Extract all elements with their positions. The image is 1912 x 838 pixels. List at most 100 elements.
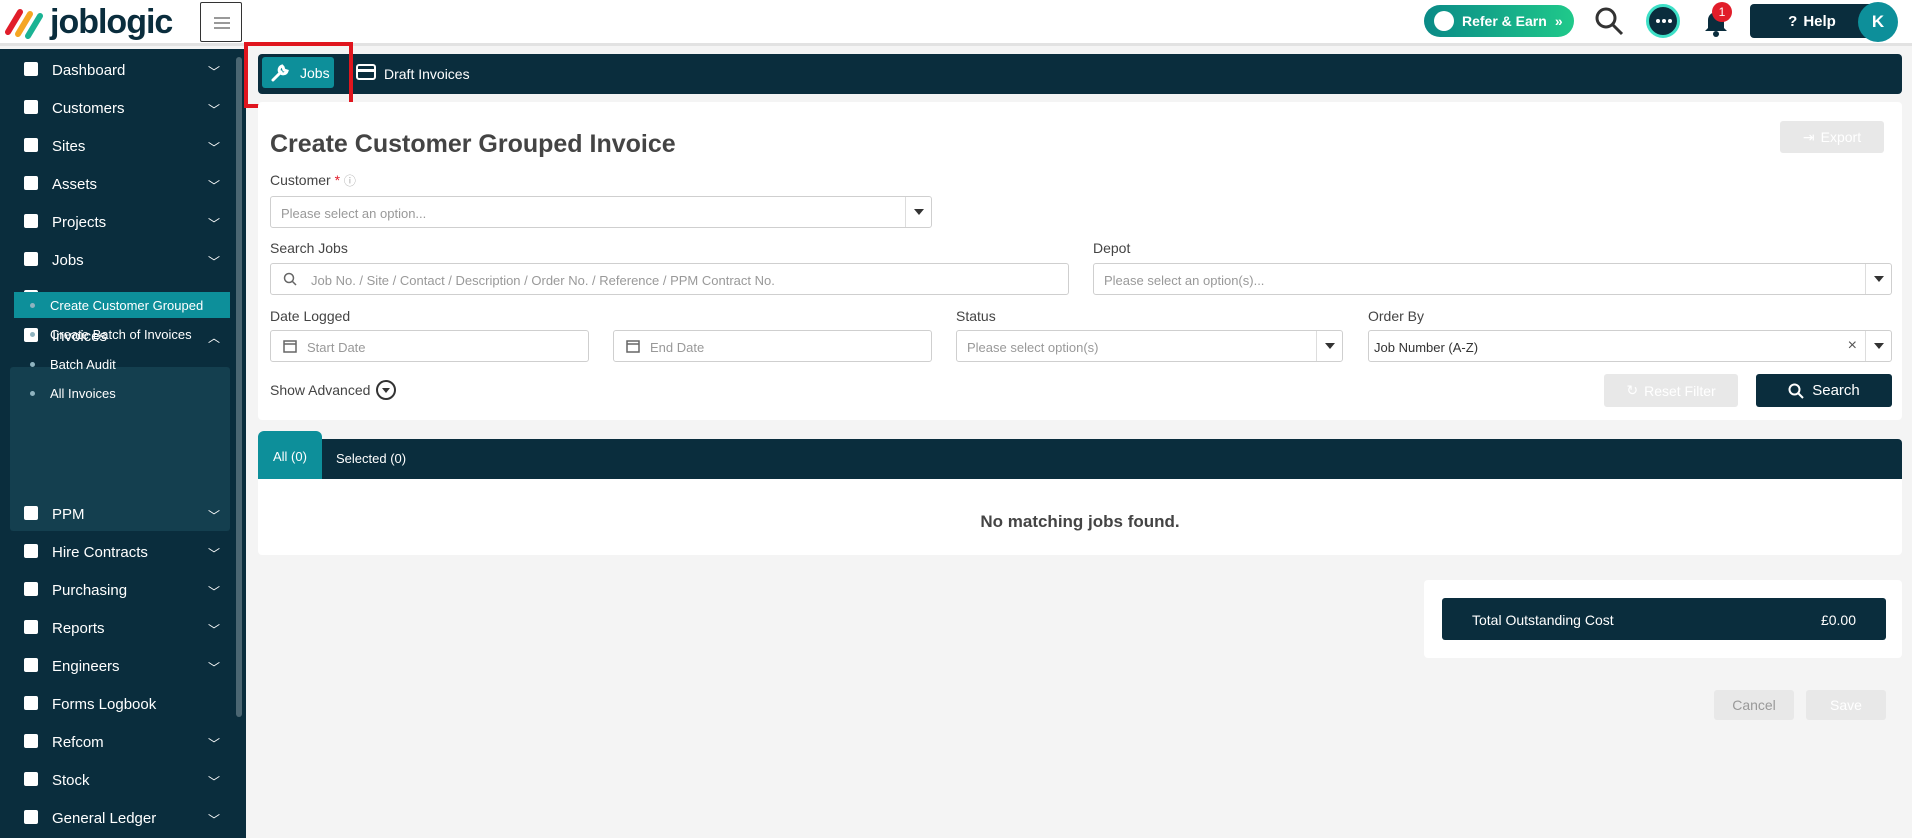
end-date-input[interactable]: End Date (613, 330, 932, 362)
ppm-icon (24, 506, 38, 520)
sidebar-item-hire-contracts[interactable]: Hire Contracts ﹀ (0, 533, 236, 571)
reset-filter-label: Reset Filter (1644, 382, 1716, 399)
notification-badge: 1 (1712, 2, 1732, 22)
chevron-down-icon: ﹀ (208, 103, 221, 117)
sidebar-item-general-ledger[interactable]: General Ledger ﹀ (0, 799, 236, 837)
export-label: Export (1820, 129, 1862, 145)
order-by-value: Job Number (A-Z) (1374, 340, 1479, 355)
reset-filter-button[interactable]: ↻ Reset Filter (1604, 374, 1738, 407)
chevron-down-icon: ﹀ (208, 737, 221, 751)
chevron-down-icon: ﹀ (208, 547, 221, 561)
sidebar-item-refcom[interactable]: Refcom ﹀ (0, 723, 236, 761)
clear-icon[interactable]: × (1848, 337, 1857, 355)
search-button[interactable]: Search (1756, 374, 1892, 407)
status-select[interactable]: Please select option(s) (956, 330, 1343, 362)
building-icon (24, 138, 38, 152)
tab-all[interactable]: All (0) (258, 431, 322, 479)
sidebar-item-label: Assets (52, 176, 98, 193)
search-icon[interactable] (1594, 6, 1624, 36)
sidebar-subitem-batch-audit[interactable]: Batch Audit (14, 351, 230, 377)
chat-icon[interactable] (1646, 4, 1680, 38)
card-icon (356, 64, 376, 80)
sidebar-item-label: Purchasing (52, 582, 128, 599)
logbook-icon (24, 696, 38, 710)
refer-earn-button[interactable]: Refer & Earn » (1424, 5, 1574, 37)
total-value: £0.00 (1820, 612, 1856, 628)
search-icon (283, 272, 297, 286)
search-jobs-input[interactable]: Job No. / Site / Contact / Description /… (270, 263, 1069, 295)
asset-icon (24, 176, 38, 190)
total-label: Total Outstanding Cost (1472, 612, 1614, 628)
chevron-down-icon: ﹀ (208, 585, 221, 599)
sidebar-item-label: PPM (52, 506, 85, 523)
sidebar-item-purchasing[interactable]: Purchasing ﹀ (0, 571, 236, 609)
sidebar-item-customers[interactable]: Customers ﹀ (0, 89, 236, 127)
sidebar-item-forms-logbook[interactable]: Forms Logbook (0, 685, 236, 723)
sidebar-item-sites[interactable]: Sites ﹀ (0, 127, 236, 165)
chevron-down-icon[interactable] (1865, 331, 1891, 361)
sidebar-item-label: Jobs (52, 252, 84, 269)
sidebar-subitem-label: Batch Audit (50, 357, 116, 372)
sidebar-item-dashboard[interactable]: Dashboard ﹀ (0, 51, 236, 89)
hamburger-icon (214, 17, 230, 19)
sidebar-item-assets[interactable]: Assets ﹀ (0, 165, 236, 203)
chevron-down-icon: ﹀ (208, 813, 221, 827)
search-icon (1788, 383, 1804, 399)
person-icon (24, 100, 38, 114)
export-button[interactable]: ⇥ Export (1780, 121, 1884, 153)
sidebar-item-label: Customers (52, 100, 125, 117)
date-logged-label: Date Logged (270, 308, 351, 324)
cancel-button[interactable]: Cancel (1714, 690, 1794, 720)
show-advanced-link[interactable]: Show Advanced (270, 382, 370, 398)
help-button[interactable]: ? Help (1750, 4, 1874, 38)
order-by-label: Order By (1368, 308, 1425, 324)
status-placeholder: Please select option(s) (967, 340, 1099, 355)
customer-select[interactable]: Please select an option... (270, 196, 932, 228)
sidebar-subitem-all-invoices[interactable]: All Invoices (14, 380, 230, 406)
chevron-down-icon: ﹀ (208, 509, 221, 523)
sidebar-item-jobs[interactable]: Jobs ﹀ (0, 241, 236, 279)
sidebar-item-engineers[interactable]: Engineers ﹀ (0, 647, 236, 685)
order-by-select[interactable]: Job Number (A-Z) × (1368, 330, 1892, 362)
logo[interactable]: joblogic (4, 3, 173, 41)
sidebar-scrollbar[interactable] (236, 57, 242, 717)
chevron-down-icon: ﹀ (208, 255, 221, 269)
bullet-icon (30, 332, 35, 337)
sidebar-subitem-create-customer-grouped[interactable]: Create Customer Grouped (14, 292, 230, 318)
expand-icon[interactable] (376, 380, 396, 400)
tab-selected[interactable]: Selected (0) (336, 451, 406, 466)
chevron-down-icon: ﹀ (208, 141, 221, 155)
depot-select[interactable]: Please select an option(s)... (1093, 263, 1892, 295)
sidebar-item-reports[interactable]: Reports ﹀ (0, 609, 236, 647)
wrench-icon (24, 252, 38, 266)
purchasing-icon (24, 582, 38, 596)
info-icon: ⓘ (343, 174, 356, 188)
refresh-icon: ↻ (1626, 382, 1639, 398)
page-title: Create Customer Grouped Invoice (270, 130, 676, 158)
sidebar-item-projects[interactable]: Projects ﹀ (0, 203, 236, 241)
menu-toggle-button[interactable] (200, 2, 242, 42)
chevron-down-icon[interactable] (1316, 331, 1342, 361)
total-outstanding-bar: Total Outstanding Cost £0.00 (1442, 598, 1886, 640)
question-icon: ? (1788, 12, 1798, 30)
calendar-icon (283, 340, 297, 353)
sidebar-subitem-create-batch-of-invoices[interactable]: Create Batch of Invoices (14, 321, 230, 347)
sidebar-item-label: Hire Contracts (52, 544, 148, 561)
sidebar-subitem-label: All Invoices (50, 386, 116, 401)
ledger-icon (24, 810, 38, 824)
save-button[interactable]: Save (1806, 690, 1886, 720)
sidebar-item-stock[interactable]: Stock ﹀ (0, 761, 236, 799)
start-date-input[interactable]: Start Date (270, 330, 589, 362)
results-panel: No matching jobs found. (258, 479, 1902, 555)
sidebar-item-label: Stock (52, 772, 90, 789)
chevron-down-icon[interactable] (905, 197, 931, 227)
sidebar-item-ppm[interactable]: PPM ﹀ (0, 495, 236, 533)
start-date-placeholder: Start Date (307, 340, 366, 355)
chevron-down-icon[interactable] (1865, 264, 1891, 294)
double-chevron-icon: » (1554, 13, 1563, 29)
engineers-icon (24, 658, 38, 672)
sidebar-item-label: Sites (52, 138, 86, 155)
sidebar: Dashboard ﹀ Customers ﹀ Sites ﹀ Assets ﹀ Project… (0, 49, 246, 838)
chevron-down-icon: ﹀ (208, 661, 221, 675)
avatar[interactable]: K (1858, 2, 1898, 42)
